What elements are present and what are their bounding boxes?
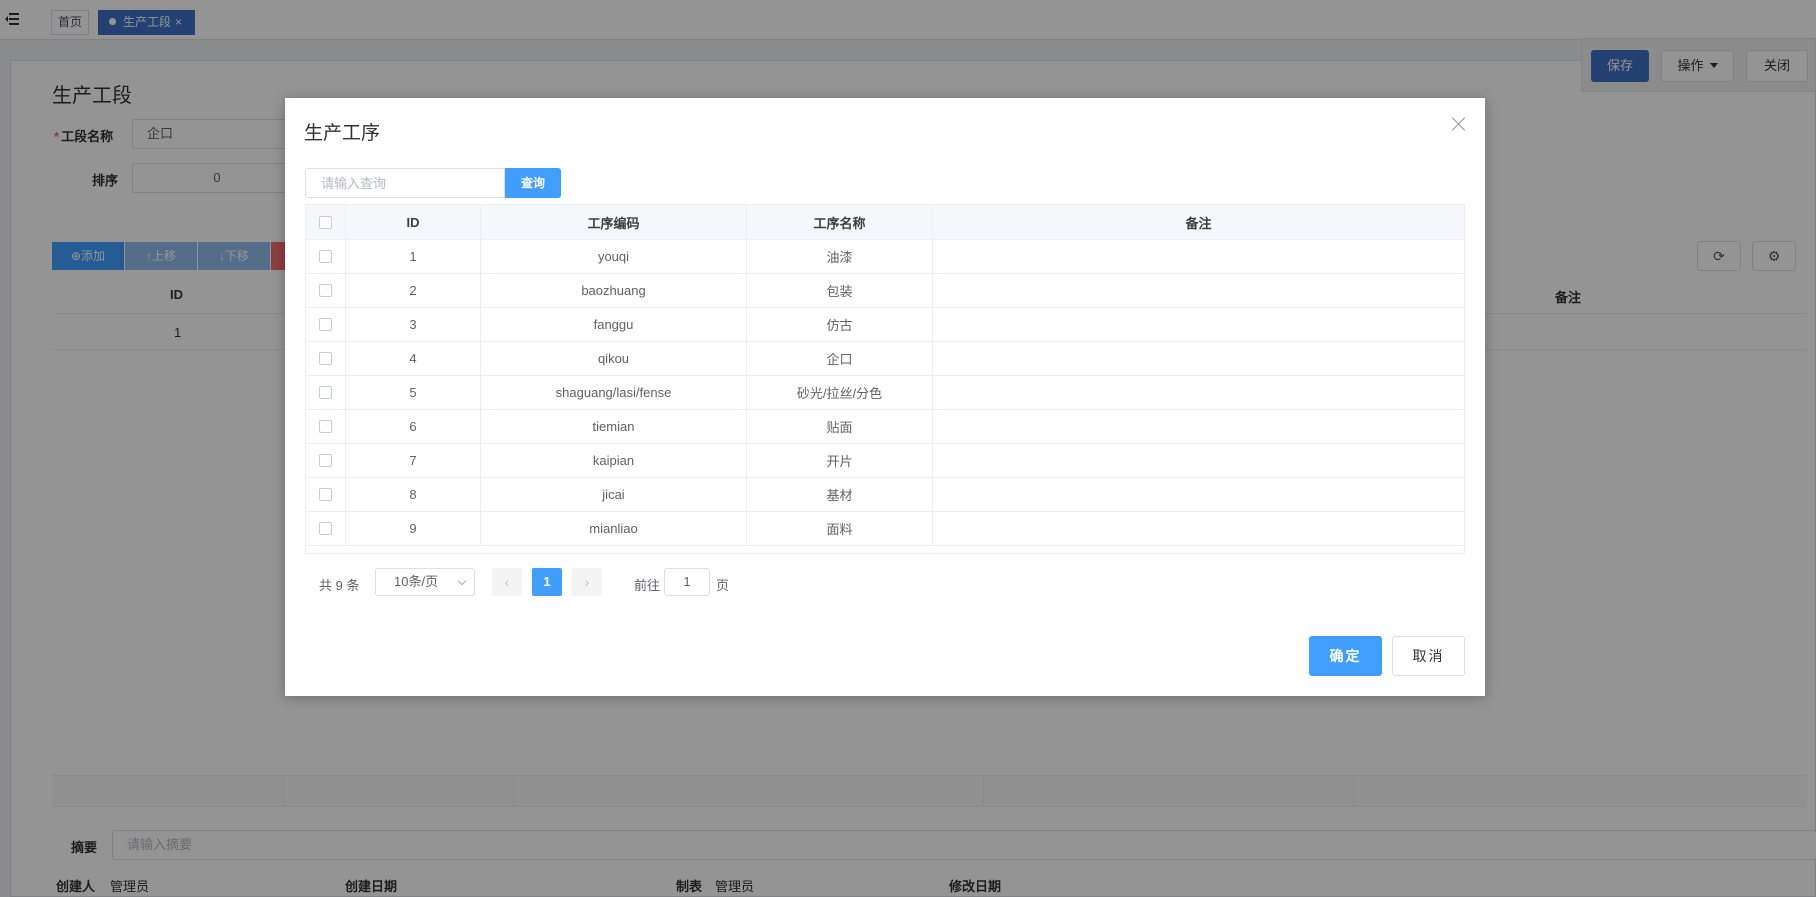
process-picker-dialog: 生产工序 查询 ID 工序编码 工序名称 备注 1youqi油漆2baozhua… bbox=[285, 98, 1485, 696]
chevron-down-icon bbox=[457, 576, 467, 586]
close-icon[interactable] bbox=[1451, 116, 1467, 132]
row-checkbox[interactable] bbox=[319, 386, 332, 399]
prev-page-button[interactable]: ‹ bbox=[492, 568, 522, 596]
cell-id: 4 bbox=[346, 342, 481, 375]
col-id: ID bbox=[346, 205, 481, 239]
col-name: 工序名称 bbox=[747, 205, 933, 239]
cell-remark bbox=[933, 308, 1464, 341]
cell-name: 基材 bbox=[747, 478, 933, 511]
table-row[interactable]: 2 baozhuang 包装 bbox=[306, 274, 1464, 308]
cell-id: 3 bbox=[346, 308, 481, 341]
table-header: ID 工序编码 工序名称 备注 bbox=[306, 205, 1464, 240]
col-remark: 备注 bbox=[1185, 215, 1212, 231]
cell-remark bbox=[933, 376, 1464, 409]
cell-code: kaipian bbox=[481, 444, 747, 477]
goto-page-input[interactable]: 1 bbox=[664, 568, 710, 596]
cell-id: 2 bbox=[346, 274, 481, 307]
table-row[interactable]: 4 qikou 企口 bbox=[306, 342, 1464, 376]
table-row[interactable]: 3 fanggu 仿古 bbox=[306, 308, 1464, 342]
row-checkbox[interactable] bbox=[319, 352, 332, 365]
cell-code: qikou bbox=[481, 342, 747, 375]
cell-name: 开片 bbox=[747, 444, 933, 477]
cell-code: fanggu bbox=[481, 308, 747, 341]
row-checkbox[interactable] bbox=[319, 454, 332, 467]
cell-remark bbox=[933, 274, 1464, 307]
cell-name: 贴面 bbox=[747, 410, 933, 443]
page-size-select[interactable]: 10条/页 bbox=[375, 568, 475, 596]
cell-remark bbox=[933, 478, 1464, 511]
cell-id: 6 bbox=[346, 410, 481, 443]
cell-name: 仿古 bbox=[747, 308, 933, 341]
row-checkbox[interactable] bbox=[319, 284, 332, 297]
cell-name: 油漆 bbox=[747, 240, 933, 273]
cell-code: mianliao bbox=[481, 512, 747, 545]
process-table: ID 工序编码 工序名称 备注 1 youqi 油漆 2 baozhuang 包装 3 fan… bbox=[305, 204, 1465, 554]
cell-name: 包装 bbox=[747, 274, 933, 307]
cell-remark bbox=[933, 342, 1464, 375]
cell-code: baozhuang bbox=[481, 274, 747, 307]
cell-id: 9 bbox=[346, 512, 481, 545]
cell-remark bbox=[933, 410, 1464, 443]
search-input[interactable] bbox=[305, 168, 505, 198]
table-row[interactable]: 6 tiemian 贴面 bbox=[306, 410, 1464, 444]
row-checkbox[interactable] bbox=[319, 318, 332, 331]
cell-remark bbox=[933, 444, 1464, 477]
cell-id: 7 bbox=[346, 444, 481, 477]
search-button[interactable]: 查询 bbox=[505, 168, 561, 198]
table-row[interactable]: 9 mianliao 面料 bbox=[306, 512, 1464, 546]
confirm-button[interactable]: 确定 bbox=[1309, 636, 1382, 676]
cell-remark bbox=[933, 240, 1464, 273]
dialog-title: 生产工序 bbox=[304, 123, 381, 144]
cell-id: 8 bbox=[346, 478, 481, 511]
table-row[interactable]: 8 jicai 基材 bbox=[306, 478, 1464, 512]
table-row[interactable]: 5 shaguang/lasi/fense 砂光/拉丝/分色 bbox=[306, 376, 1464, 410]
row-checkbox[interactable] bbox=[319, 522, 332, 535]
cell-code: tiemian bbox=[481, 410, 747, 443]
cell-code: youqi bbox=[481, 240, 747, 273]
total-count: 共 9 条 bbox=[319, 578, 360, 593]
row-checkbox[interactable] bbox=[319, 420, 332, 433]
cell-code: shaguang/lasi/fense bbox=[481, 376, 747, 409]
cell-name: 砂光/拉丝/分色 bbox=[747, 376, 933, 409]
cell-name: 企口 bbox=[747, 342, 933, 375]
table-row[interactable]: 1 youqi 油漆 bbox=[306, 240, 1464, 274]
goto-label: 前往 bbox=[634, 578, 661, 593]
cell-name: 面料 bbox=[747, 512, 933, 545]
pagination: 共 9 条 10条/页 ‹ 1 › 前往 1 页 bbox=[305, 568, 905, 596]
select-all-checkbox[interactable] bbox=[319, 215, 332, 229]
cell-remark bbox=[933, 512, 1464, 545]
cell-code: jicai bbox=[481, 478, 747, 511]
table-row[interactable]: 7 kaipian 开片 bbox=[306, 444, 1464, 478]
row-checkbox[interactable] bbox=[319, 250, 332, 263]
page-1-button[interactable]: 1 bbox=[532, 568, 562, 596]
col-code: 工序编码 bbox=[481, 205, 747, 239]
row-checkbox[interactable] bbox=[319, 488, 332, 501]
cell-id: 5 bbox=[346, 376, 481, 409]
cancel-button[interactable]: 取消 bbox=[1392, 636, 1465, 676]
cell-id: 1 bbox=[346, 240, 481, 273]
next-page-button[interactable]: › bbox=[572, 568, 602, 596]
goto-suffix: 页 bbox=[716, 578, 730, 593]
